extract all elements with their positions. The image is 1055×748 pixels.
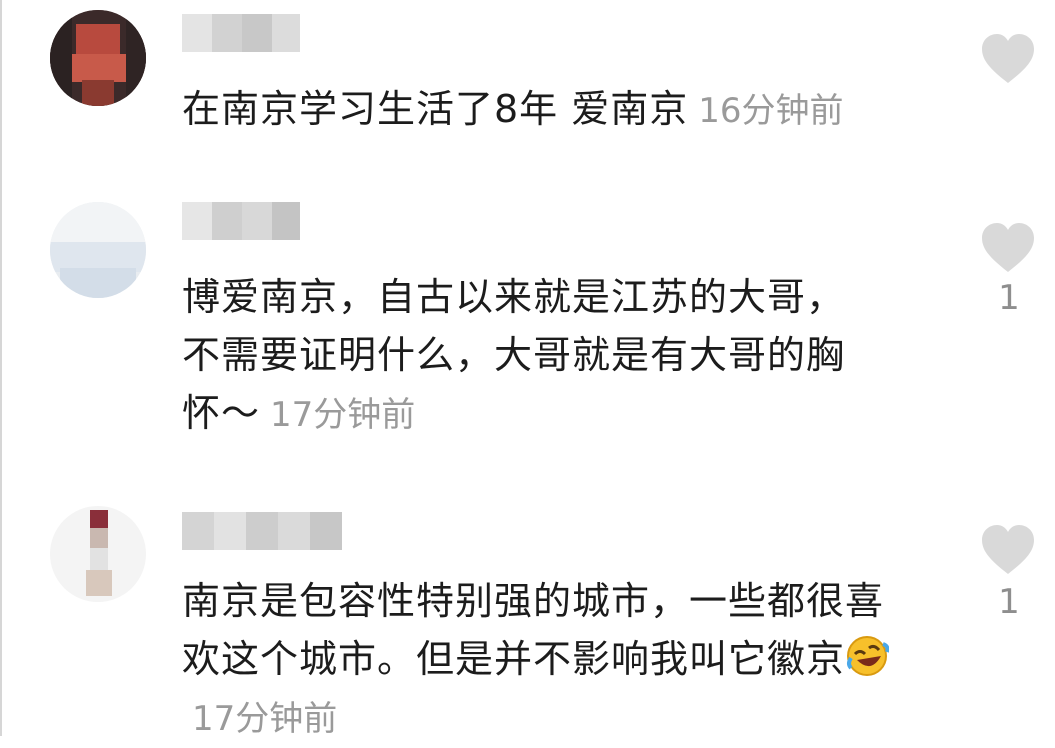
- comment-body: 在南京学习生活了8年 爱南京: [182, 87, 689, 131]
- comment-text: 南京是包容性特别强的城市，一些都很喜欢这个城市。但是并不影响我叫它徽京 17分钟前: [182, 572, 902, 748]
- comment-text: 在南京学习生活了8年 爱南京 16分钟前: [182, 80, 892, 140]
- avatar[interactable]: [50, 202, 146, 298]
- username-blurred[interactable]: [182, 202, 300, 240]
- like-heart-icon[interactable]: [980, 524, 1036, 576]
- like-heart-icon[interactable]: [980, 33, 1036, 85]
- like-count: 1: [998, 582, 1020, 622]
- comment-time: 16分钟前: [698, 91, 844, 131]
- avatar[interactable]: [50, 506, 146, 602]
- comment-text: 博爱南京，自古以来就是江苏的大哥，不需要证明什么，大哥就是有大哥的胸怀～ 17分钟…: [182, 268, 862, 444]
- comment-time: 17分钟前: [270, 395, 416, 435]
- username-blurred[interactable]: [182, 14, 300, 52]
- username-blurred[interactable]: [182, 512, 342, 550]
- comment-time: 17分钟前: [192, 699, 338, 739]
- comment-body: 南京是包容性特别强的城市，一些都很喜欢这个城市。但是并不影响我叫它徽京: [182, 579, 885, 681]
- rolling-laughing-emoji-icon: [845, 634, 890, 678]
- left-edge-divider: [0, 0, 2, 736]
- like-heart-icon[interactable]: [980, 222, 1036, 274]
- avatar[interactable]: [50, 10, 146, 106]
- like-count: 1: [998, 278, 1020, 318]
